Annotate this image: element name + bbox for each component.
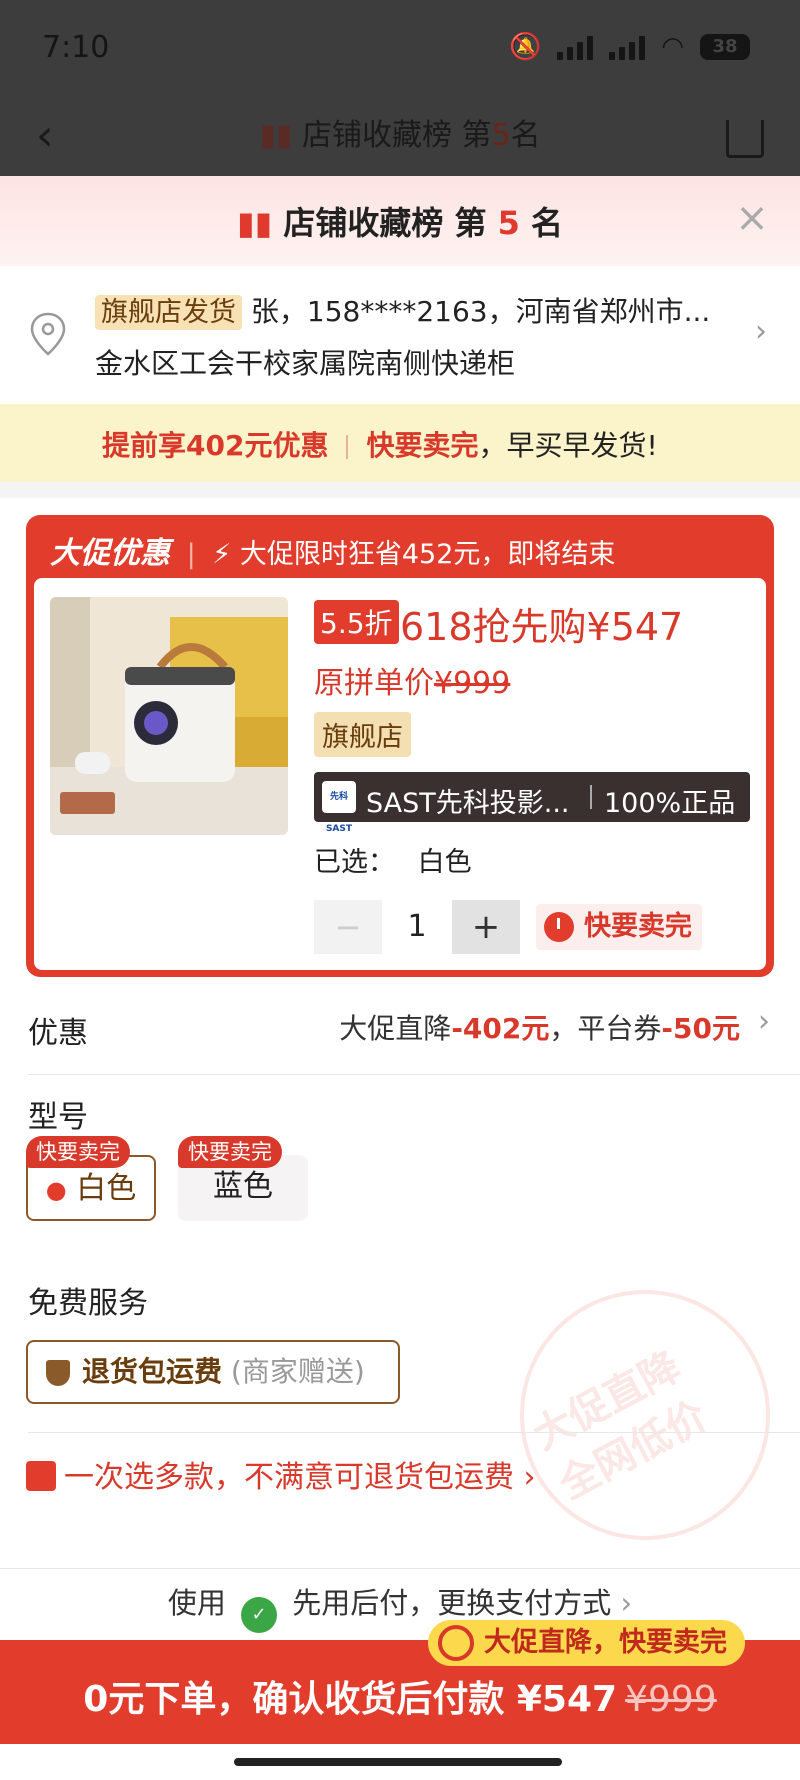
quantity-increase-button[interactable]: +	[452, 900, 520, 954]
status-icons: 🔕 ◠ 38	[509, 32, 750, 62]
multi-select-link[interactable]: 一次选多款，不满意可退货包运费 ›	[26, 1452, 536, 1496]
brand-bar[interactable]: 先科SAST SAST先科投影... 100%正品	[314, 772, 750, 834]
discount-label: 优惠	[28, 1016, 88, 1051]
promo-text: 提前享402元优惠 快要卖完，早买早发货!	[102, 429, 658, 462]
alarm-clock-icon	[544, 912, 574, 942]
chevron-right-icon: ›	[755, 314, 767, 349]
home-indicator[interactable]	[234, 1758, 562, 1766]
ranking-icon: ▮▮	[259, 118, 293, 153]
location-pin-icon	[30, 312, 66, 356]
promo-float-tag: 大促直降，快要卖完	[428, 1620, 745, 1666]
brand-name: SAST先科投影...	[366, 788, 570, 819]
chevron-right-icon: ›	[758, 1004, 770, 1039]
address-line1: 旗舰店发货 张，158****2163，河南省郑州市...	[95, 290, 735, 330]
status-time: 7:10	[42, 30, 110, 65]
lightning-icon: ⚡	[212, 539, 232, 570]
fire-icon: ●	[45, 1176, 67, 1204]
alarm-clock-icon	[438, 1625, 474, 1661]
wifi-icon: ◠	[661, 32, 684, 62]
genuine-label: 100%正品	[604, 788, 736, 819]
price-now: 618抢先购¥547	[400, 605, 684, 649]
product-image[interactable]	[50, 597, 288, 835]
status-bar: 7:10 🔕 ◠ 38	[0, 0, 800, 96]
hot-tag: 快要卖完	[26, 1136, 130, 1168]
brand-logo: 先科SAST	[322, 781, 356, 834]
shopping-bag-icon	[26, 1461, 56, 1491]
sellout-badge: 快要卖完	[536, 904, 702, 950]
address-line2: 金水区工会干校家属院南侧快递柜	[95, 347, 516, 380]
discount-badge: 5.5折	[314, 600, 399, 644]
battery-icon: 38	[700, 34, 750, 60]
order-button-label[interactable]: 0元下单，确认收货后付款 ¥547 ¥999	[0, 1670, 800, 1722]
model-label: 型号	[28, 1100, 88, 1135]
nav-title: ▮▮ 店铺收藏榜 第5名	[259, 118, 541, 153]
store-ship-tag: 旗舰店发货	[95, 295, 242, 330]
ranking-icon: ▮▮	[236, 204, 273, 242]
quantity-value[interactable]: 1	[384, 900, 450, 954]
pay-later-icon: ✓	[241, 1597, 278, 1633]
signal-icon	[557, 34, 594, 60]
selected-variant: 已选： 白色	[314, 847, 472, 878]
store-tag: 旗舰店	[314, 712, 411, 757]
service-label: 免费服务	[28, 1286, 148, 1321]
divider	[28, 1432, 800, 1433]
shield-icon	[46, 1360, 70, 1386]
section-gap	[0, 482, 800, 498]
discount-summary[interactable]: 大促直降-402元，平台券-50元	[339, 1007, 740, 1047]
quantity-decrease-button[interactable]: −	[314, 900, 382, 954]
sheet-title: ▮▮ 店铺收藏榜 第 5 名	[236, 204, 564, 242]
divider	[28, 1074, 800, 1075]
signal-icon-2	[609, 34, 646, 60]
return-shipping-option[interactable]: 退货包运费 (商家赠送)	[26, 1340, 400, 1404]
deal-header: 大促优惠 | ⚡ 大促限时狂省452元，即将结束	[50, 536, 616, 571]
close-icon[interactable]: ×	[732, 198, 772, 238]
address-section[interactable]	[0, 266, 800, 404]
mute-icon: 🔕	[508, 32, 542, 62]
hot-tag: 快要卖完	[178, 1136, 282, 1168]
price-original: 原拼单价¥999	[314, 666, 511, 701]
